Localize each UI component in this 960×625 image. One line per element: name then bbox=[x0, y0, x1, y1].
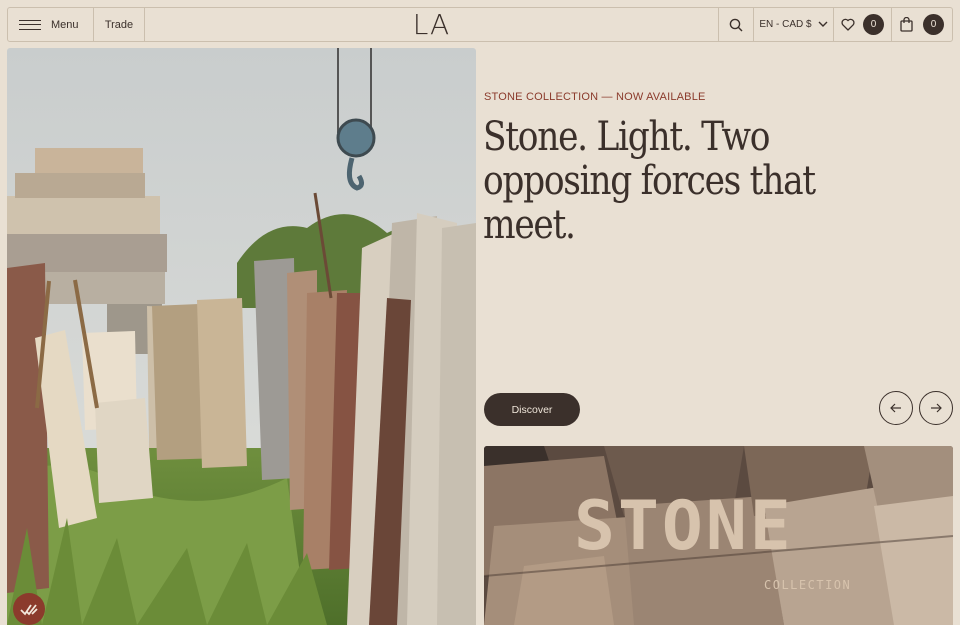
hamburger-icon bbox=[19, 19, 41, 30]
check-badge-icon bbox=[20, 604, 38, 616]
slider-prev-button[interactable] bbox=[879, 391, 913, 425]
stone-collection-subtitle: COLLECTION bbox=[764, 578, 852, 592]
site-logo: LA bbox=[412, 8, 451, 41]
search-button[interactable] bbox=[718, 8, 753, 41]
stone-collection-title: STONE bbox=[574, 487, 794, 566]
wishlist-button[interactable]: 0 bbox=[833, 8, 891, 41]
accessibility-badge-button[interactable] bbox=[13, 593, 45, 625]
menu-label: Menu bbox=[51, 18, 79, 31]
search-icon bbox=[729, 18, 743, 31]
trade-link[interactable]: Trade bbox=[94, 8, 145, 41]
locale-selector[interactable]: EN - CAD $ bbox=[753, 8, 833, 41]
hero-headline: Stone. Light. Two opposing forces that m… bbox=[483, 114, 816, 248]
heart-icon bbox=[841, 18, 855, 31]
chevron-down-icon bbox=[818, 21, 828, 27]
discover-button[interactable]: Discover bbox=[484, 393, 580, 426]
cart-count-badge: 0 bbox=[923, 14, 944, 35]
hero-stone-yard-image bbox=[7, 48, 476, 625]
trade-label: Trade bbox=[104, 18, 134, 31]
site-header: Menu Trade LA EN - CAD $ 0 0 bbox=[7, 7, 953, 42]
logo-link[interactable]: LA bbox=[145, 8, 718, 41]
locale-label: EN - CAD $ bbox=[759, 19, 812, 30]
menu-button[interactable]: Menu bbox=[8, 8, 94, 41]
cart-button[interactable]: 0 bbox=[891, 8, 952, 41]
shopping-bag-icon bbox=[900, 17, 913, 32]
hero-eyebrow: STONE COLLECTION — NOW AVAILABLE bbox=[484, 91, 706, 103]
arrow-left-icon bbox=[890, 403, 901, 413]
arrow-right-icon bbox=[931, 403, 942, 413]
wishlist-count-badge: 0 bbox=[863, 14, 884, 35]
slider-next-button[interactable] bbox=[919, 391, 953, 425]
